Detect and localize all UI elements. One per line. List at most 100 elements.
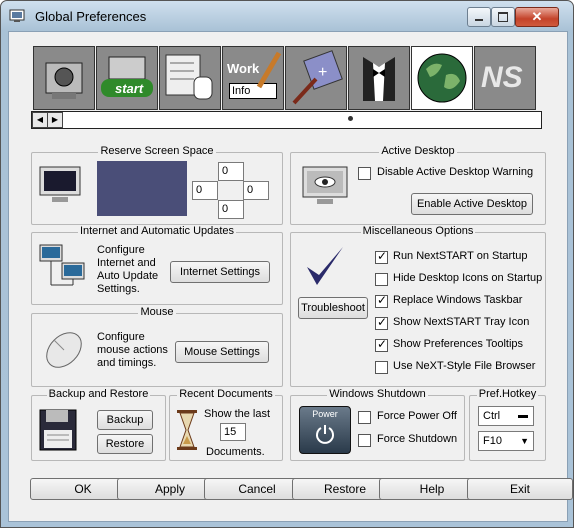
group-recent-documents: Recent Documents Show the last 15 Docume… [169, 388, 283, 461]
group-backup-restore: Backup and Restore Backup Restore [31, 388, 166, 461]
maximize-icon [498, 12, 508, 22]
group-title: Backup and Restore [46, 388, 151, 400]
ns-label: NS [481, 61, 523, 94]
exit-button[interactable]: Exit [467, 478, 573, 500]
globe-icon [417, 53, 467, 103]
group-windows-shutdown: Windows Shutdown Power Force Power Off F… [290, 388, 465, 461]
tab-workplace[interactable]: Work Info [222, 46, 284, 110]
tab-skins[interactable] [348, 46, 410, 110]
tab-global[interactable] [411, 46, 473, 110]
title-bar[interactable]: Global Preferences ✕ [1, 1, 573, 31]
paintbrush-icon: + [292, 50, 343, 105]
hourglass-icon [177, 410, 197, 450]
group-reserve-screen-space: Reserve Screen Space 0 0 0 0 [31, 145, 283, 225]
misc-option-checkbox[interactable] [375, 361, 388, 374]
misc-option-checkbox[interactable] [375, 249, 388, 264]
force-shutdown-label: Force Shutdown [377, 433, 458, 445]
recent-count-input[interactable]: 15 [220, 423, 246, 441]
start-label: start [115, 81, 144, 96]
group-title: Windows Shutdown [327, 388, 428, 400]
force-shutdown-checkbox[interactable] [358, 434, 371, 447]
svg-text:+: + [318, 64, 327, 81]
misc-option-checkbox[interactable] [375, 273, 388, 286]
recent-line1: Show the last [204, 408, 271, 420]
camera-icon [45, 62, 83, 99]
group-title: Internet and Automatic Updates [77, 225, 237, 237]
group-mouse: Mouse Configure mouse actions and timing… [31, 306, 283, 387]
enable-active-desktop-button[interactable]: Enable Active Desktop [411, 193, 533, 215]
backup-button[interactable]: Backup [97, 410, 153, 430]
mouse-settings-button[interactable]: Mouse Settings [175, 341, 269, 363]
misc-option-label: Show NextSTART Tray Icon [393, 316, 530, 328]
window-title: Global Preferences [35, 9, 147, 24]
misc-option-checkbox[interactable] [375, 293, 388, 308]
hotkey-key-select[interactable]: F10 ▼ [478, 431, 534, 451]
group-title: Recent Documents [177, 388, 275, 400]
arrow-left-icon: ◀ [36, 115, 44, 124]
troubleshoot-button[interactable]: Troubleshoot [298, 297, 368, 319]
scroll-thumb[interactable] [348, 116, 353, 121]
group-title: Reserve Screen Space [98, 145, 216, 157]
maximize-button[interactable] [491, 7, 515, 27]
tab-appearance[interactable]: + [285, 46, 347, 110]
internet-settings-button[interactable]: Internet Settings [170, 261, 270, 283]
tab-start-menu[interactable]: start [96, 46, 158, 110]
floppy-disk-icon [39, 409, 77, 451]
disable-warning-label: Disable Active Desktop Warning [377, 166, 534, 178]
power-symbol-icon [316, 425, 334, 444]
group-title: Active Desktop [379, 145, 457, 157]
misc-option-label: Show Preferences Tooltips [393, 338, 524, 350]
reserve-right-input[interactable]: 0 [243, 181, 269, 200]
tuxedo-icon [363, 57, 395, 101]
group-title: Miscellaneous Options [360, 225, 476, 237]
misc-option-checkbox[interactable] [375, 315, 388, 330]
misc-option-label: Run NextSTART on Startup [393, 250, 528, 262]
arrow-right-icon: ▶ [51, 115, 59, 124]
power-label: Power [312, 409, 338, 419]
network-computers-icon [39, 244, 85, 286]
app-icon [9, 9, 25, 22]
tab-scrollbar[interactable]: ◀ ▶ [31, 111, 542, 129]
monitor-icon [39, 166, 81, 202]
restore-settings-button[interactable]: Restore [97, 434, 153, 454]
client-area: start Work Info + NS ◀ ▶ Reserve Screen … [8, 31, 573, 522]
group-title: Mouse [138, 306, 176, 318]
mouse-description: Configure mouse actions and timings. [97, 331, 168, 369]
tab-ns[interactable]: NS [474, 46, 536, 110]
chevron-down-icon: ▼ [520, 436, 529, 446]
force-power-off-checkbox[interactable] [358, 411, 371, 424]
checkmark-icon [307, 247, 343, 285]
minimize-button[interactable] [467, 7, 491, 27]
misc-option-checkbox[interactable] [375, 337, 388, 352]
close-button[interactable]: ✕ [515, 7, 559, 27]
hotkey-modifier-select[interactable]: Ctrl ▬ [478, 406, 534, 426]
power-button-icon: Power [299, 406, 351, 454]
scroll-right-button[interactable]: ▶ [47, 112, 63, 128]
group-pref-hotkey: Pref.Hotkey Ctrl ▬ F10 ▼ [469, 388, 546, 461]
reserve-bottom-input[interactable]: 0 [218, 200, 244, 219]
group-internet-updates: Internet and Automatic Updates Configure… [31, 225, 283, 305]
close-icon: ✕ [531, 9, 543, 24]
tab-menu-editor[interactable] [159, 46, 221, 110]
group-miscellaneous-options: Miscellaneous Options Troubleshoot Run N… [290, 225, 546, 387]
start-button-icon [101, 56, 153, 97]
mouse-icon [46, 332, 82, 368]
tab-general[interactable] [33, 46, 95, 110]
preferences-window: Global Preferences ✕ start Work Info + N… [0, 0, 574, 528]
modifier-picker-icon: ▬ [518, 410, 528, 421]
reserve-left-input[interactable]: 0 [192, 181, 218, 200]
reserve-top-input[interactable]: 0 [218, 162, 244, 181]
minimize-icon [475, 19, 483, 21]
disable-warning-checkbox[interactable] [358, 167, 371, 180]
hotkey-key-value: F10 [483, 435, 502, 447]
pencil-icon [256, 51, 282, 89]
group-title: Pref.Hotkey [476, 388, 539, 400]
menu-list-icon [165, 54, 213, 100]
eye-monitor-icon [302, 166, 348, 204]
recent-line2: Documents. [206, 446, 265, 458]
hotkey-modifier-value: Ctrl [483, 410, 501, 422]
scroll-left-button[interactable]: ◀ [32, 112, 48, 128]
misc-option-label: Replace Windows Taskbar [393, 294, 523, 306]
misc-option-label: Hide Desktop Icons on Startup [393, 272, 543, 284]
group-active-desktop: Active Desktop Disable Active Desktop Wa… [290, 145, 546, 225]
